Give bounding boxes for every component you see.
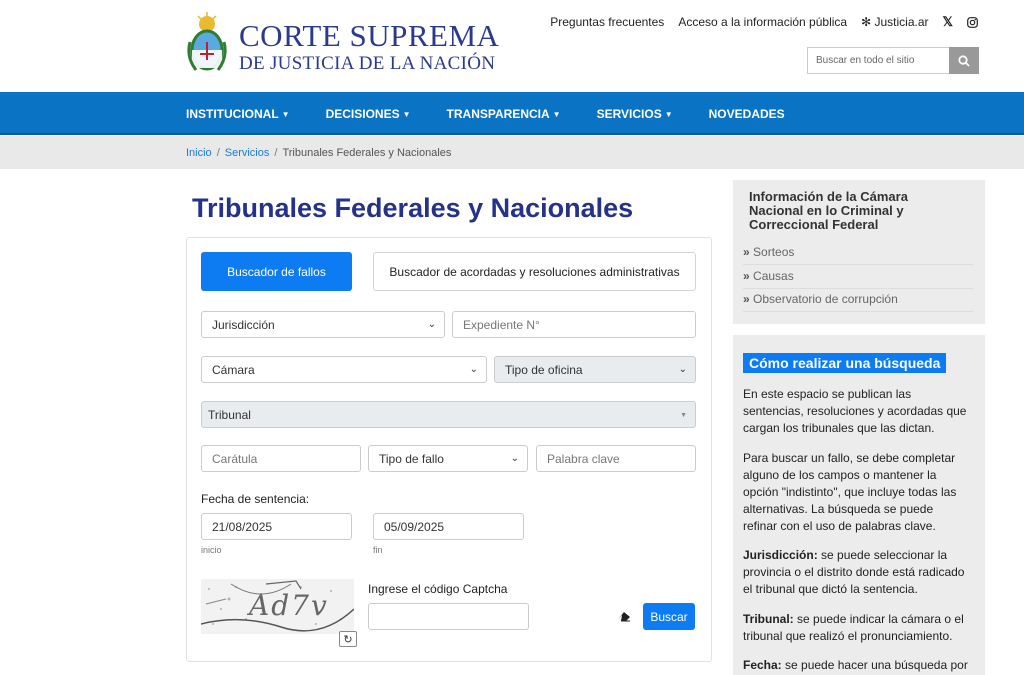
select-value: Tribunal xyxy=(208,407,251,422)
jurisdiccion-select[interactable]: Jurisdicción ⌄ xyxy=(201,311,445,338)
nav-transparencia[interactable]: TRANSPARENCIA ▼ xyxy=(447,107,561,121)
sidebar-link-causas[interactable]: » Causas xyxy=(743,269,973,289)
sidebar-howto-box: Cómo realizar una búsqueda En este espac… xyxy=(733,335,985,675)
title-line: Correccional Federal xyxy=(749,217,879,232)
nav-label: DECISIONES xyxy=(325,106,400,121)
title-line: Nacional en lo Criminal y xyxy=(749,203,904,218)
fin-label: fin xyxy=(373,545,383,555)
brand-subtitle[interactable]: DE JUSTICIA DE LA NACIÓN xyxy=(239,53,495,75)
howto-paragraph: Fecha: se puede hacer una búsqueda por xyxy=(743,657,969,674)
tab-buscador-fallos[interactable]: Buscador de fallos xyxy=(201,252,352,291)
nav-servicios[interactable]: SERVICIOS ▼ xyxy=(597,107,673,121)
double-chevron-icon: » xyxy=(743,245,750,259)
eraser-icon[interactable] xyxy=(618,610,631,625)
captcha-input[interactable] xyxy=(368,603,529,630)
caret-down-icon: ▼ xyxy=(664,109,673,119)
search-icon xyxy=(958,54,970,67)
page-title: Tribunales Federales y Nacionales xyxy=(192,193,634,223)
caratula-input[interactable]: Carátula xyxy=(201,445,361,472)
howto-title: Cómo realizar una búsqueda xyxy=(743,353,947,373)
justicia-link[interactable]: ✻ Justicia.ar xyxy=(861,15,928,29)
tribunal-select[interactable]: Tribunal ▼ xyxy=(201,401,696,428)
caret-down-icon: ▼ xyxy=(402,109,411,119)
public-info-link[interactable]: Acceso a la información pública xyxy=(678,15,847,29)
chevron-down-icon: ⌄ xyxy=(510,453,519,464)
brand-title[interactable]: CORTE SUPREMA xyxy=(239,18,499,54)
nav-institucional[interactable]: INSTITUCIONAL ▼ xyxy=(186,107,290,121)
sidebar-link-sorteos[interactable]: » Sorteos xyxy=(743,245,973,265)
howto-paragraph: Tribunal: se puede indicar la cámara o e… xyxy=(743,611,969,645)
expediente-input[interactable]: Expediente N° xyxy=(452,311,696,338)
search-button[interactable] xyxy=(949,47,979,74)
double-chevron-icon: » xyxy=(743,269,750,283)
captcha-text: Ad7v xyxy=(249,589,329,622)
sidebar-info-box: Información de la Cámara Nacional en lo C… xyxy=(733,180,985,324)
nav-novedades[interactable]: NOVEDADES xyxy=(709,107,785,121)
top-links: Preguntas frecuentes Acceso a la informa… xyxy=(550,14,978,30)
chevron-down-icon: ⌄ xyxy=(678,364,687,375)
fecha-label: Fecha de sentencia: xyxy=(201,492,310,506)
fecha-inicio-input[interactable]: 21/08/2025 xyxy=(201,513,352,540)
refresh-captcha-icon[interactable]: ↻ xyxy=(339,631,357,647)
link-label: Observatorio de corrupción xyxy=(753,292,898,306)
caret-down-icon: ▼ xyxy=(552,109,561,119)
select-value: Tipo de fallo xyxy=(379,451,444,466)
select-value: Tipo de oficina xyxy=(505,362,583,377)
tipo-fallo-select[interactable]: Tipo de fallo ⌄ xyxy=(368,445,528,472)
select-value: Jurisdicción xyxy=(212,317,275,332)
link-label: Causas xyxy=(753,269,794,283)
caret-down-icon: ▼ xyxy=(680,412,687,419)
sidebar-link-observatorio[interactable]: » Observatorio de corrupción xyxy=(743,292,973,312)
nav-label: INSTITUCIONAL xyxy=(186,106,279,121)
breadcrumb-servicios[interactable]: Servicios xyxy=(225,147,270,159)
captcha-label: Ingrese el código Captcha xyxy=(368,582,508,596)
howto-paragraph: Jurisdicción: se puede seleccionar la pr… xyxy=(743,547,969,598)
search-input[interactable] xyxy=(807,47,949,74)
definition: se puede hacer una búsqueda por xyxy=(781,658,968,672)
site-search xyxy=(807,47,979,74)
select-value: Cámara xyxy=(212,362,255,377)
link-label: Sorteos xyxy=(753,245,795,259)
double-chevron-icon: » xyxy=(743,292,750,306)
buscar-button[interactable]: Buscar xyxy=(643,603,695,630)
instagram-icon[interactable] xyxy=(967,16,978,28)
caret-down-icon: ▼ xyxy=(281,109,290,119)
fecha-fin-input[interactable]: 05/09/2025 xyxy=(373,513,524,540)
nav-label: NOVEDADES xyxy=(708,106,785,121)
breadcrumb: Inicio / Servicios / Tribunales Federales y … xyxy=(186,147,452,159)
camara-select[interactable]: Cámara ⌄ xyxy=(201,356,487,383)
x-twitter-icon[interactable]: 𝕏 xyxy=(943,14,953,30)
main-nav: INSTITUCIONAL ▼ DECISIONES ▼ TRANSPARENCIA… xyxy=(0,92,1024,135)
inicio-label: inicio xyxy=(201,545,222,555)
site-header: CORTE SUPREMA DE JUSTICIA DE LA NACIÓN P… xyxy=(0,0,1024,92)
gear-icon: ✻ xyxy=(861,15,872,29)
breadcrumb-home[interactable]: Inicio xyxy=(186,147,212,159)
breadcrumb-bar: Inicio / Servicios / Tribunales Federales y … xyxy=(0,136,1024,169)
nav-decisiones[interactable]: DECISIONES ▼ xyxy=(326,107,411,121)
coat-of-arms-logo[interactable] xyxy=(186,12,228,74)
sidebar-info-title: Información de la Cámara Nacional en lo C… xyxy=(749,190,908,232)
breadcrumb-current: Tribunales Federales y Nacionales xyxy=(282,147,452,159)
chevron-down-icon: ⌄ xyxy=(427,319,436,330)
term: Jurisdicción: xyxy=(743,548,818,562)
title-line: Información de la Cámara xyxy=(749,189,908,204)
howto-paragraph: En este espacio se publican las sentenci… xyxy=(743,387,967,435)
chevron-down-icon: ⌄ xyxy=(469,364,478,375)
term: Tribunal: xyxy=(743,612,794,626)
palabra-clave-input[interactable]: Palabra clave xyxy=(536,445,696,472)
nav-label: SERVICIOS xyxy=(596,106,662,121)
howto-paragraph: Para buscar un fallo, se debe completar … xyxy=(743,451,957,533)
faq-link[interactable]: Preguntas frecuentes xyxy=(550,15,664,29)
justicia-label: Justicia.ar xyxy=(874,15,929,29)
nav-label: TRANSPARENCIA xyxy=(446,106,550,121)
term: Fecha: xyxy=(743,658,782,672)
tipo-oficina-select[interactable]: Tipo de oficina ⌄ xyxy=(494,356,696,383)
tab-buscador-acordadas[interactable]: Buscador de acordadas y resoluciones adm… xyxy=(373,252,696,291)
captcha-image: Ad7v xyxy=(201,579,354,634)
